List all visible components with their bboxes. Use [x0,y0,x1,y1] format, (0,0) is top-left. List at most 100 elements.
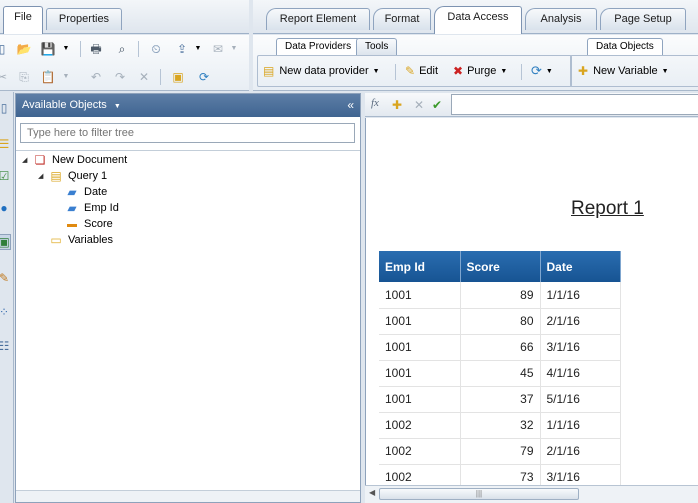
paste-icon[interactable]: 📋 [40,69,56,85]
edit-button[interactable]: ✎ Edit [405,60,438,82]
table-row[interactable]: 1001 80 2/1/16 [379,308,621,335]
cell-emp-id[interactable]: 1002 [379,412,461,439]
report-table[interactable]: Emp Id Score Date 1001 89 1/1/16 1001 80… [379,251,621,485]
available-objects-icon[interactable]: ▣ [0,234,11,250]
table-row[interactable]: 1001 89 1/1/16 [379,282,621,309]
subtab-tools[interactable]: Tools [356,38,398,55]
cell-emp-id[interactable]: 1001 [379,386,461,413]
refresh-icon[interactable]: ⟳ [196,69,212,85]
find-icon[interactable]: ⌕ [114,41,130,57]
cell-emp-id[interactable]: 1002 [379,464,461,485]
cell-date[interactable]: 3/1/16 [540,334,621,361]
tree-node-date[interactable]: ▰ Date [64,184,107,200]
table-row[interactable]: 1002 73 3/1/16 [379,464,621,485]
links-icon[interactable]: ⁘ [0,304,11,320]
cell-date[interactable]: 2/1/16 [540,438,621,465]
copy-icon[interactable]: ⎘ [16,69,32,85]
cell-date[interactable]: 4/1/16 [540,360,621,387]
cell-date[interactable]: 2/1/16 [540,308,621,335]
table-row[interactable]: 1001 66 3/1/16 [379,334,621,361]
header-score[interactable]: Score [460,251,541,282]
new-data-provider-button[interactable]: ▤ New data provider ▼ [263,60,380,82]
scroll-left-icon[interactable]: ◀ [369,488,375,497]
tree-node-variables[interactable]: ▭ Variables [48,232,113,248]
new-variable-button[interactable]: ✚ New Variable ▼ [578,60,669,82]
scrollbar-thumb[interactable]: ||| [379,488,579,500]
cell-emp-id[interactable]: 1001 [379,308,461,335]
new-document-icon[interactable]: ▯ [0,41,10,57]
schedule-icon[interactable]: ⏲ [148,41,164,57]
tree-node-score[interactable]: ▬ Score [64,216,113,232]
expand-arrow-icon[interactable]: ◢ [38,172,48,180]
cut-icon[interactable]: ✂ [0,69,10,85]
cell-emp-id[interactable]: 1001 [379,360,461,387]
cell-score[interactable]: 32 [460,412,541,439]
cell-score[interactable]: 66 [460,334,541,361]
table-row[interactable]: 1001 45 4/1/16 [379,360,621,387]
undo-icon[interactable]: ↶ [88,69,104,85]
export-dropdown-icon[interactable]: ▼ [190,41,206,57]
tab-page-setup[interactable]: Page Setup [600,8,686,30]
tree-node-emp-id[interactable]: ▰ Emp Id [64,200,118,216]
email-dropdown-icon[interactable]: ▼ [226,41,242,57]
collapse-panel-icon[interactable]: « [347,94,354,117]
tab-file[interactable]: File [3,6,43,34]
header-date[interactable]: Date [540,251,621,282]
paste-dropdown-icon[interactable]: ▼ [58,69,74,85]
cell-emp-id[interactable]: 1001 [379,282,461,309]
report-horizontal-scrollbar[interactable]: ◀ ||| [365,485,698,503]
cell-score[interactable]: 37 [460,386,541,413]
checklist-icon[interactable]: ☑ [0,168,11,184]
export-icon[interactable]: ⇪ [174,41,190,57]
delete-icon[interactable]: ✕ [136,69,152,85]
cell-emp-id[interactable]: 1001 [379,334,461,361]
filter-tree-input[interactable] [20,123,355,143]
formula-icon[interactable]: fx [371,97,379,109]
cancel-formula-icon[interactable]: ✕ [411,97,427,113]
panel-header[interactable]: Available Objects ▼ « [16,94,360,117]
cell-score[interactable]: 45 [460,360,541,387]
expand-arrow-icon[interactable]: ◢ [22,156,32,164]
panel-scrollbar[interactable] [16,490,360,502]
cell-score[interactable]: 89 [460,282,541,309]
cell-score[interactable]: 80 [460,308,541,335]
table-row[interactable]: 1002 79 2/1/16 [379,438,621,465]
tree-node-document[interactable]: ◢ ❏ New Document [22,152,127,168]
redo-icon[interactable]: ↷ [112,69,128,85]
edit-note-icon[interactable]: ✎ [0,270,11,286]
email-icon[interactable]: ✉ [210,41,226,57]
variable-editor-icon[interactable]: ✚ [389,97,405,113]
subtab-data-providers[interactable]: Data Providers [276,38,361,55]
table-row[interactable]: 1002 32 1/1/16 [379,412,621,439]
cell-score[interactable]: 73 [460,464,541,485]
header-emp-id[interactable]: Emp Id [379,251,461,282]
subtab-data-objects[interactable]: Data Objects [587,38,663,55]
tab-format[interactable]: Format [373,8,431,30]
table-row[interactable]: 1001 37 5/1/16 [379,386,621,413]
document-icon[interactable]: ▯ [0,100,11,116]
cell-score[interactable]: 79 [460,438,541,465]
list-icon[interactable]: ☷ [0,338,11,354]
cell-date[interactable]: 5/1/16 [540,386,621,413]
cell-date[interactable]: 1/1/16 [540,282,621,309]
formula-input[interactable] [451,94,698,115]
tab-data-access[interactable]: Data Access [434,6,522,34]
print-icon[interactable]: 🖶 [88,41,104,57]
globe-icon[interactable]: ● [0,200,11,216]
validate-formula-icon[interactable]: ✔ [429,97,445,113]
data-cube-icon[interactable]: ▣ [170,69,186,85]
tab-analysis[interactable]: Analysis [525,8,597,30]
tree-node-query[interactable]: ◢ ▤ Query 1 [38,168,107,184]
save-icon[interactable]: 💾 [40,41,56,57]
cell-date[interactable]: 1/1/16 [540,412,621,439]
cell-emp-id[interactable]: 1002 [379,438,461,465]
tab-properties[interactable]: Properties [46,8,122,30]
tab-report-element[interactable]: Report Element [266,8,370,30]
refresh-data-button[interactable]: ⟳ ▼ [531,60,553,82]
purge-button[interactable]: ✖ Purge ▼ [453,60,507,82]
cell-date[interactable]: 3/1/16 [540,464,621,485]
report-title[interactable]: Report 1 [571,198,644,220]
open-folder-icon[interactable]: 📂 [16,41,32,57]
save-dropdown-icon[interactable]: ▼ [58,41,74,57]
structure-icon[interactable]: ☰ [0,136,11,152]
